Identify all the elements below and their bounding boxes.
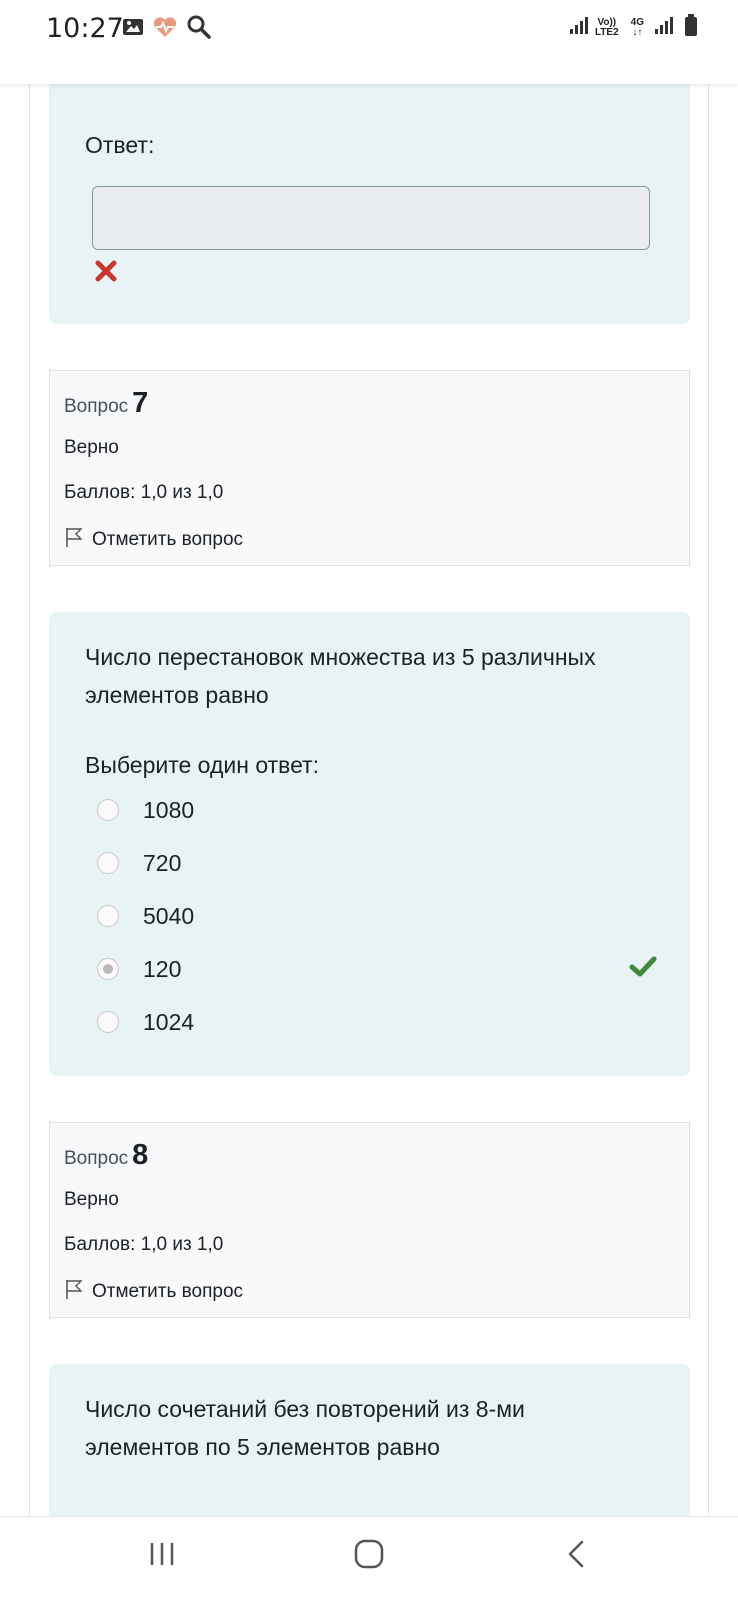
answer-option-label: 5040: [143, 902, 195, 929]
flag-question-button[interactable]: Отметить вопрос: [64, 1278, 243, 1306]
home-icon[interactable]: [354, 1539, 384, 1574]
system-nav-bar: [0, 1516, 738, 1600]
battery-icon: [684, 14, 698, 41]
signal-icon: [569, 15, 589, 40]
flag-question-button[interactable]: Отметить вопрос: [64, 526, 243, 554]
volte-indicator: Vo)) LTE2: [594, 16, 619, 38]
answer-option-label: 1080: [143, 796, 195, 823]
question-number: Вопрос 7: [64, 387, 149, 419]
question-grade: Баллов: 1,0 из 1,0: [64, 1234, 224, 1255]
flag-icon: [64, 526, 84, 554]
radio-button-checked[interactable]: [97, 958, 119, 980]
flag-question-label: Отметить вопрос: [92, 529, 244, 550]
prev-question-formulation: Ответ:: [49, 84, 690, 324]
radio-button[interactable]: [97, 852, 119, 874]
question-7-formulation: Число перестановок множества из 5 различ…: [49, 612, 690, 1076]
question-7-info: Вопрос 7 Верно Баллов: 1,0 из 1,0 Отметит…: [49, 370, 690, 566]
question-grade: Баллов: 1,0 из 1,0: [64, 482, 224, 503]
question-state: Верно: [64, 437, 119, 458]
status-right-icons: Vo)) LTE2 4G ↓↑: [569, 14, 698, 41]
answer-input[interactable]: [92, 186, 650, 250]
answer-option-selected[interactable]: 120: [97, 949, 657, 989]
status-notification-icons: [122, 14, 212, 45]
answer-option-label: 720: [143, 849, 182, 876]
radio-button[interactable]: [97, 1011, 119, 1033]
search-icon: [186, 14, 212, 45]
check-icon: [629, 955, 657, 979]
answer-label: Ответ:: [85, 132, 155, 158]
answer-option-label: 1024: [143, 1008, 195, 1035]
answer-option[interactable]: 1080: [97, 790, 657, 830]
status-time: 10:27: [46, 13, 124, 44]
radio-button[interactable]: [97, 799, 119, 821]
question-text: Число перестановок множества из 5 различ…: [85, 644, 596, 708]
radio-button[interactable]: [97, 905, 119, 927]
network-type-indicator: 4G ↓↑: [630, 16, 644, 38]
back-icon[interactable]: [562, 1539, 592, 1574]
image-icon: [122, 17, 144, 42]
data-arrows-icon: ↓↑: [632, 26, 643, 38]
question-number: Вопрос 8: [64, 1139, 149, 1171]
recent-apps-icon[interactable]: [148, 1539, 178, 1574]
heart-rate-icon: [152, 16, 178, 43]
quiz-review-content[interactable]: Ответ: Вопрос 7 Верно Баллов: 1,0 из 1,0 …: [0, 84, 738, 1516]
answer-option-label: 120: [143, 955, 182, 982]
answer-option[interactable]: 5040: [97, 896, 657, 936]
question-8-info: Вопрос 8 Верно Баллов: 1,0 из 1,0 Отметит…: [49, 1122, 690, 1318]
cross-icon: [95, 260, 117, 282]
flag-icon: [64, 1278, 84, 1306]
answer-option[interactable]: 720: [97, 843, 657, 883]
answer-option[interactable]: 1024: [97, 1002, 657, 1042]
status-bar: 10:27 Vo)) LTE2 4G ↓↑: [0, 0, 738, 84]
answer-prompt: Выберите один ответ:: [85, 752, 320, 778]
question-text: Число сочетаний без повторений из 8-ми э…: [85, 1396, 525, 1460]
question-8-formulation: Число сочетаний без повторений из 8-ми э…: [49, 1364, 690, 1516]
flag-question-label: Отметить вопрос: [92, 1281, 244, 1302]
question-state: Верно: [64, 1189, 119, 1210]
signal-icon-2: [654, 15, 674, 40]
